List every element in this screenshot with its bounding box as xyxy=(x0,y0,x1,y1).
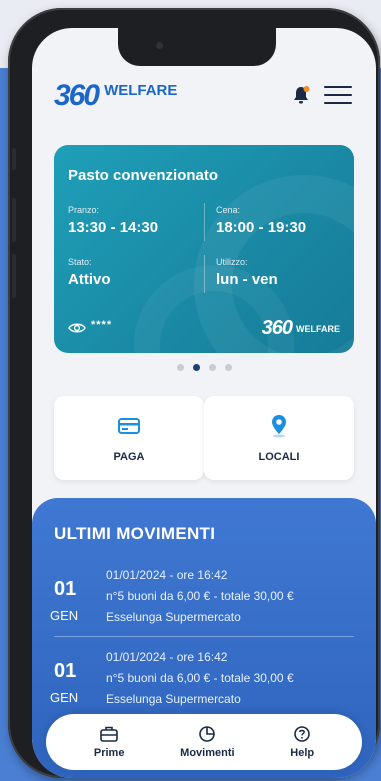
movement-row[interactable]: 01 GEN 01/01/2024 - ore 16:42 n°5 buoni … xyxy=(32,646,376,710)
movement-row[interactable]: 01 GEN 01/01/2024 - ore 16:42 n°5 buoni … xyxy=(32,564,376,628)
dinner-label: Cena: xyxy=(216,205,241,215)
places-label: LOCALI xyxy=(258,451,300,463)
movement-merchant: Esselunga Supermercato xyxy=(106,692,241,706)
status-label: Stato: xyxy=(68,257,92,267)
card-divider xyxy=(204,203,205,241)
tab-movimenti-label: Movimenti xyxy=(180,747,235,759)
carousel-dot[interactable] xyxy=(176,364,184,371)
card-divider xyxy=(204,255,205,293)
usage-value: lun - ven xyxy=(216,271,278,288)
tab-movimenti[interactable]: Movimenti xyxy=(180,725,235,759)
tab-help-label: Help xyxy=(290,747,315,759)
phone-frame: 360 WELFARE Pasto convenzionato Pranzo: … xyxy=(8,8,380,778)
hamburger-menu-icon[interactable] xyxy=(324,86,352,106)
movement-datetime: 01/01/2024 - ore 16:42 xyxy=(106,650,228,664)
movement-day: 01 xyxy=(54,578,77,600)
help-circle-icon xyxy=(292,725,312,743)
carousel-dot[interactable] xyxy=(224,364,232,371)
volume-up-button xyxy=(12,198,16,242)
side-button xyxy=(12,148,16,170)
meal-card[interactable]: Pasto convenzionato Pranzo: 13:30 - 14:3… xyxy=(54,145,354,353)
dinner-value: 18:00 - 19:30 xyxy=(216,219,307,236)
location-pin-icon xyxy=(266,413,292,439)
card-logo-word: WELFARE xyxy=(296,323,340,334)
places-button[interactable]: LOCALI xyxy=(204,396,354,480)
status-value: Attivo xyxy=(68,271,111,288)
pay-label: PAGA xyxy=(113,451,145,463)
movement-day: 01 xyxy=(54,660,77,682)
logo-number: 360 xyxy=(54,79,100,112)
card-logo: 360 WELFARE xyxy=(262,317,340,340)
lunch-label: Pranzo: xyxy=(68,205,100,215)
tab-prime[interactable]: Prime xyxy=(93,725,125,759)
pay-button[interactable]: PAGA xyxy=(54,396,204,480)
bottom-tab-bar: Prime Movimenti Help xyxy=(46,714,362,770)
lunch-value: 13:30 - 14:30 xyxy=(68,219,159,236)
movement-divider xyxy=(54,636,354,637)
briefcase-icon xyxy=(99,725,119,743)
volume-down-button xyxy=(12,254,16,298)
card-logo-number: 360 xyxy=(261,317,293,339)
card-title: Pasto convenzionato xyxy=(68,167,219,184)
pie-chart-icon xyxy=(197,725,217,743)
movements-title: ULTIMI MOVIMENTI xyxy=(54,524,216,543)
app-logo[interactable]: 360 WELFARE xyxy=(54,80,177,112)
movement-merchant: Esselunga Supermercato xyxy=(106,610,241,624)
phone-notch xyxy=(118,28,276,66)
app-screen: 360 WELFARE Pasto convenzionato Pranzo: … xyxy=(32,28,376,778)
tab-help[interactable]: Help xyxy=(290,725,314,759)
usage-label: Utilizzo: xyxy=(216,257,248,267)
front-camera xyxy=(156,42,163,49)
movement-datetime: 01/01/2024 - ore 16:42 xyxy=(106,568,228,582)
tab-prime-label: Prime xyxy=(93,747,125,759)
card-icon xyxy=(116,413,142,439)
top-bar: 360 WELFARE xyxy=(32,72,376,118)
carousel-dot-active[interactable] xyxy=(192,364,200,371)
carousel-indicator xyxy=(32,364,376,371)
eye-icon[interactable] xyxy=(68,321,86,333)
movement-month: GEN xyxy=(50,690,79,705)
masked-code: **** xyxy=(91,319,113,331)
logo-word: WELFARE xyxy=(104,82,178,99)
carousel-dot[interactable] xyxy=(208,364,216,371)
movement-month: GEN xyxy=(50,608,79,623)
movement-detail: n°5 buoni da 6,00 € - totale 30,00 € xyxy=(106,589,294,603)
movement-detail: n°5 buoni da 6,00 € - totale 30,00 € xyxy=(106,671,294,685)
bell-icon[interactable] xyxy=(290,84,312,106)
